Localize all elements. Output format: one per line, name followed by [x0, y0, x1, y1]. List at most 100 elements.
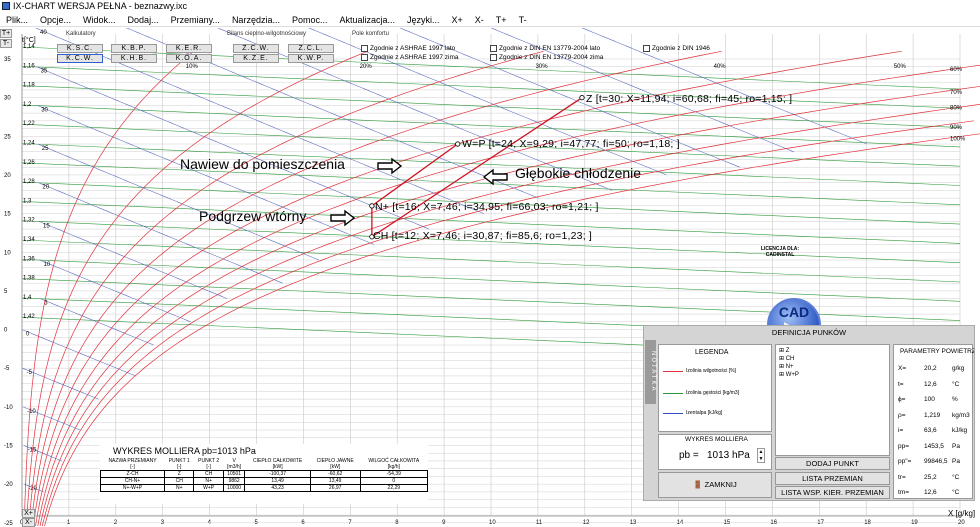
khb-button[interactable]: K.H.B. [111, 54, 157, 63]
cell: 22,29 [360, 485, 427, 492]
menu-t-plus[interactable]: T+ [490, 15, 513, 25]
definition-panel: DEFINICJA PUNKÓW NOTATKA LEGENDA Izolini… [643, 325, 975, 501]
pb-spinner[interactable]: ▲▼ [757, 448, 765, 463]
cell: 13,49 [245, 478, 310, 485]
menu-x-plus[interactable]: X+ [446, 15, 469, 25]
annotation-nawiew: Nawiew do pomieszczenia [180, 156, 345, 172]
ker-button[interactable]: K.E.R. [166, 44, 212, 53]
header-unit: [-] [166, 464, 193, 470]
menu-widok[interactable]: Widok... [77, 15, 122, 25]
table-row: Z-CHZCH10501-100,37-60,62-54,39 [101, 471, 428, 478]
tree-item-label: CH [786, 356, 795, 362]
table-header-row: NAZWA PRZEMIANY[-] PUNKT 1[-] PUNKT 2[-]… [101, 458, 428, 471]
cell: 9862 [223, 478, 245, 485]
checkbox-din13779-zima[interactable]: Zgodnie z DIN EN 13779-2004 zima [490, 54, 603, 61]
col-header: V[m3/h] [223, 458, 245, 471]
legend-label-rh: Izolinia wilgotności [%] [686, 368, 736, 374]
kze-button[interactable]: K.Z.E. [233, 54, 279, 63]
point-label-z[interactable]: Z [t=30; X=11,94; i=60,68; fi=45; ro=1,1… [586, 93, 792, 105]
tree-item-ch[interactable]: ⊞ CH [779, 355, 794, 362]
dodaj-punkt-button[interactable]: DODAJ PUNKT [775, 457, 890, 470]
molliera-box: WYKRES MOLLIERA pb = 1013 hPa ▲▼ [658, 434, 772, 470]
density-label: 1,32 [23, 218, 35, 224]
kbp-button[interactable]: K.B.P. [111, 44, 157, 53]
y-tick-label: 25 [4, 134, 11, 140]
param-unit: % [952, 396, 958, 403]
annotation-glebokie-chlodzenie: Głębokie chłodzenie [515, 165, 641, 181]
y-tick-label: -5 [4, 366, 10, 372]
enthalpy-label: 30 [41, 107, 48, 113]
point-label-ch[interactable]: CH [t=12; X=7,46; i=30,87; fi=85,6; ro=1… [373, 230, 592, 242]
menu-aktualizacja[interactable]: Aktualizacja... [333, 15, 401, 25]
tree-item-label: Z [786, 348, 790, 354]
y-tick-label: -20 [4, 482, 13, 488]
menu-plik[interactable]: Plik... [0, 15, 34, 25]
param-unit: g/kg [952, 365, 964, 372]
table-title: WYKRES MOLLIERA pb=1013 hPa [113, 446, 256, 456]
legend-box: LEGENDA Izolinia wilgotności [%] Izolini… [658, 344, 772, 432]
x-plus-button[interactable]: X+ [22, 509, 35, 518]
cell: CH [194, 471, 223, 478]
point-marker-wp [456, 142, 460, 146]
checkbox-din13779-lato[interactable]: Zgodnie z DIN EN 13779-2004 lato [490, 45, 600, 52]
menu-pomoc[interactable]: Pomoc... [286, 15, 334, 25]
menu-x-minus[interactable]: X- [469, 15, 490, 25]
door-icon: 🚪 [693, 480, 702, 489]
y-tick-label: 30 [4, 96, 11, 102]
annotation-podgrzew: Podgrzew wtórny [199, 208, 306, 224]
menu-dodaj[interactable]: Dodaj... [122, 15, 165, 25]
menu-narzedzia[interactable]: Narzędzia... [226, 15, 286, 25]
lista-przemian-button[interactable]: LISTA PRZEMIAN [775, 472, 890, 485]
density-label: 1,36 [23, 256, 35, 262]
checkbox-box[interactable] [490, 45, 497, 52]
tree-item-z[interactable]: ⊞ Z [779, 347, 789, 354]
point-label-wp[interactable]: W=P [t=24; X=9,29; i=47,77; fi=50; ro=1,… [462, 138, 680, 150]
checkbox-ashrae-lato[interactable]: Zgodnie z ASHRAE 1997 lato [361, 45, 455, 52]
lista-wsp-button[interactable]: LISTA WSP. KIER. PRZEMIAN [775, 486, 890, 499]
param-value: 1,219 [924, 412, 940, 419]
notatka-tab[interactable]: NOTATKA [645, 340, 656, 404]
menu-opcje[interactable]: Opcje... [34, 15, 77, 25]
rh-label: 50% [894, 64, 907, 70]
t-minus-button[interactable]: T- [0, 39, 12, 48]
tree-item-wp[interactable]: ⊞ W+P [779, 371, 799, 378]
koa-button[interactable]: K.O.A. [166, 54, 212, 63]
y-tick-label: -10 [4, 405, 13, 411]
menu-przemiany[interactable]: Przemiany... [165, 15, 226, 25]
points-tree[interactable]: ⊞ Z ⊞ CH ⊞ N+ ⊞ W+P [775, 344, 890, 456]
zcw-button[interactable]: Z.C.W. [233, 44, 279, 53]
checkbox-box[interactable] [361, 54, 368, 61]
point-label-nplus[interactable]: N+ [t=16; X=7,46; i=34,95; fi=66,03; ro=… [375, 201, 599, 213]
kwp-button[interactable]: K.W.P. [288, 54, 334, 63]
density-label: 1,28 [23, 179, 35, 185]
checkbox-box[interactable] [361, 45, 368, 52]
cell: N+ [194, 478, 223, 485]
param-symbol: i= [898, 427, 903, 434]
legend-swatch-rh [663, 371, 683, 372]
legend-swatch-enthalpy [663, 413, 683, 414]
param-symbol: tm= [898, 489, 909, 496]
menu-t-minus[interactable]: T- [513, 15, 533, 25]
y-tick-label: -15 [4, 444, 13, 450]
zcl-button[interactable]: Z.C.L. [288, 44, 334, 53]
checkbox-box[interactable] [643, 45, 650, 52]
menu-jezyki[interactable]: Języki... [401, 15, 446, 25]
checkbox-label: Zgodnie z DIN EN 13779-2004 lato [499, 45, 600, 52]
ksc-button[interactable]: K.S.C. [57, 44, 103, 53]
zamknij-button[interactable]: 🚪 ZAMKNIJ [658, 472, 772, 498]
cell: -54,39 [360, 471, 427, 478]
checkbox-box[interactable] [490, 54, 497, 61]
t-plus-button[interactable]: T+ [0, 29, 12, 38]
param-symbol: X= [898, 365, 906, 372]
checkbox-ashrae-zima[interactable]: Zgodnie z ASHRAE 1997 zima [361, 54, 459, 61]
kcw-button[interactable]: K.C.W. [57, 54, 103, 63]
enthalpy-label: -10 [27, 409, 36, 415]
calculators-group-label: Kalkulatory [66, 31, 96, 37]
checkbox-din1946[interactable]: Zgodnie z DIN 1946 [643, 45, 710, 52]
checkbox-label: Zgodnie z DIN 1946 [652, 45, 710, 52]
rh-label: 30% [536, 64, 549, 70]
param-symbol: pp"= [898, 458, 911, 465]
density-label: 1,34 [23, 237, 35, 243]
tree-item-nplus[interactable]: ⊞ N+ [779, 363, 794, 370]
license-label: LICENCJA DLA: CADINSTAL [760, 246, 800, 258]
